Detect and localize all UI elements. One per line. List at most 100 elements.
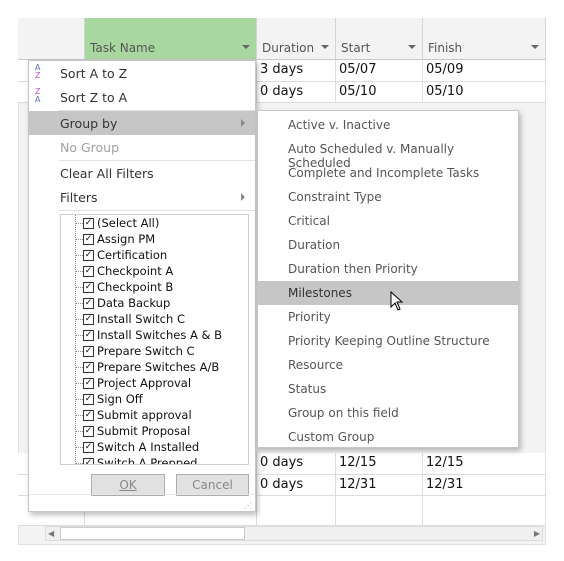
checkbox[interactable]: ✓ (83, 410, 94, 421)
group-option[interactable]: Priority (258, 305, 518, 329)
sort-z-to-a[interactable]: Z A Sort Z to A (29, 85, 255, 109)
table-cell[interactable]: 12/31 (336, 474, 423, 496)
dropdown-arrow-icon[interactable] (242, 45, 250, 49)
horizontal-scrollbar[interactable]: ◀ ▶ (45, 526, 543, 541)
submenu-arrow-icon (241, 193, 245, 201)
item-label: Sign Off (97, 392, 143, 406)
filter-list-item[interactable]: ✓ Project Approval (61, 376, 248, 392)
cancel-button[interactable]: Cancel (176, 474, 249, 496)
group-option[interactable]: Status (258, 377, 518, 401)
item-label: Certification (97, 248, 168, 262)
column-header-duration[interactable]: Duration (257, 18, 336, 60)
table-cell[interactable]: 05/10 (336, 81, 423, 103)
filter-list-item[interactable]: ✓ (Select All) (61, 216, 248, 232)
column-header-finish[interactable]: Finish (423, 18, 546, 60)
checkbox[interactable]: ✓ (83, 282, 94, 293)
group-option[interactable]: Resource (258, 353, 518, 377)
table-cell[interactable]: 05/10 (423, 81, 546, 103)
group-option[interactable]: Critical (258, 209, 518, 233)
checkbox[interactable]: ✓ (83, 458, 94, 464)
checkbox[interactable]: ✓ (83, 250, 94, 261)
ok-button[interactable]: OK (91, 474, 165, 496)
sort-a-to-z[interactable]: A Z Sort A to Z (29, 61, 255, 85)
table-cell[interactable]: 0 days (257, 81, 336, 103)
submenu-arrow-icon (241, 119, 245, 127)
empty-cell[interactable] (423, 496, 546, 518)
dropdown-arrow-icon[interactable] (531, 45, 539, 49)
filter-list-item[interactable]: ✓ Assign PM (61, 232, 248, 248)
item-label: Project Approval (97, 376, 192, 390)
clear-all-filters-item[interactable]: Clear All Filters (29, 161, 255, 185)
group-option[interactable]: Auto Scheduled v. Manually Scheduled (258, 137, 518, 170)
empty-cell[interactable] (336, 496, 423, 518)
scroll-left-icon[interactable]: ◀ (48, 529, 54, 538)
empty-cell[interactable] (257, 496, 336, 518)
checkbox[interactable]: ✓ (83, 266, 94, 277)
table-cell[interactable]: 12/31 (423, 474, 546, 496)
filter-checklist[interactable]: ✓ (Select All) ✓ Assign PM ✓ Certification ✓ Ch… (60, 214, 249, 465)
item-label: Install Switches A & B (97, 328, 223, 342)
checkbox[interactable]: ✓ (83, 298, 94, 309)
group-by-item[interactable]: Group by (29, 111, 255, 135)
dropdown-arrow-icon[interactable] (321, 45, 329, 49)
table-cell[interactable]: 3 days (257, 60, 336, 82)
table-cell[interactable]: 12/15 (423, 453, 546, 475)
column-header-start[interactable]: Start (336, 18, 423, 60)
group-option[interactable]: Duration (258, 233, 518, 257)
checkbox[interactable]: ✓ (83, 346, 94, 357)
filter-list-item[interactable]: ✓ Submit Proposal (61, 424, 248, 440)
resize-grip-icon[interactable]: ⋰ (244, 501, 252, 510)
no-group-item: No Group (29, 135, 255, 159)
table-cell[interactable]: 05/07 (336, 60, 423, 82)
filter-list-item[interactable]: ✓ Checkpoint A (61, 264, 248, 280)
item-label: Install Switch C (97, 312, 185, 326)
checkbox[interactable]: ✓ (83, 442, 94, 453)
checkbox[interactable]: ✓ (83, 330, 94, 341)
filter-list-item[interactable]: ✓ Switch A Prepped (61, 456, 248, 464)
group-option[interactable]: Duration then Priority (258, 257, 518, 281)
column-header-task-name[interactable]: Task Name (85, 18, 257, 60)
item-label: Switch A Installed (97, 440, 200, 454)
separator (29, 494, 255, 495)
filters-item[interactable]: Filters (29, 185, 255, 209)
empty-cell[interactable] (423, 517, 546, 526)
filter-list-item[interactable]: ✓ Sign Off (61, 392, 248, 408)
checkbox[interactable]: ✓ (83, 218, 94, 229)
scrollbar-thumb[interactable] (60, 527, 245, 540)
item-label: Data Backup (97, 296, 171, 310)
checkbox[interactable]: ✓ (83, 378, 94, 389)
group-option[interactable]: Custom Group (258, 425, 518, 449)
group-option[interactable]: Milestones (258, 281, 518, 305)
column-filter-menu: A Z Sort A to Z Z A Sort Z to A Group by No … (28, 60, 256, 512)
empty-cell[interactable] (18, 517, 85, 526)
group-option[interactable]: Active v. Inactive (258, 113, 518, 137)
checkbox[interactable]: ✓ (83, 314, 94, 325)
filter-list-item[interactable]: ✓ Submit approval (61, 408, 248, 424)
checkbox[interactable]: ✓ (83, 362, 94, 373)
table-cell[interactable]: 05/09 (423, 60, 546, 82)
group-option[interactable]: Constraint Type (258, 185, 518, 209)
empty-cell[interactable] (336, 517, 423, 526)
table-cell[interactable]: 0 days (257, 474, 336, 496)
table-cell[interactable]: 12/15 (336, 453, 423, 475)
filter-list-item[interactable]: ✓ Switch A Installed (61, 440, 248, 456)
group-option[interactable]: Priority Keeping Outline Structure (258, 329, 518, 353)
dropdown-arrow-icon[interactable] (408, 45, 416, 49)
filter-list-item[interactable]: ✓ Checkpoint B (61, 280, 248, 296)
group-option[interactable]: Group on this field (258, 401, 518, 425)
group-option[interactable]: Complete and Incomplete Tasks (258, 161, 518, 185)
checkbox[interactable]: ✓ (83, 394, 94, 405)
scroll-right-icon[interactable]: ▶ (534, 529, 540, 538)
filter-list-item[interactable]: ✓ Install Switches A & B (61, 328, 248, 344)
filter-list-item[interactable]: ✓ Prepare Switches A/B (61, 360, 248, 376)
checkbox[interactable]: ✓ (83, 426, 94, 437)
empty-cell[interactable] (257, 517, 336, 526)
column-label: Duration (262, 41, 315, 55)
filter-list-item[interactable]: ✓ Data Backup (61, 296, 248, 312)
filter-list-item[interactable]: ✓ Certification (61, 248, 248, 264)
empty-cell[interactable] (85, 517, 257, 526)
checkbox[interactable]: ✓ (83, 234, 94, 245)
filter-list-item[interactable]: ✓ Install Switch C (61, 312, 248, 328)
filter-list-item[interactable]: ✓ Prepare Switch C (61, 344, 248, 360)
table-cell[interactable]: 0 days (257, 453, 336, 475)
